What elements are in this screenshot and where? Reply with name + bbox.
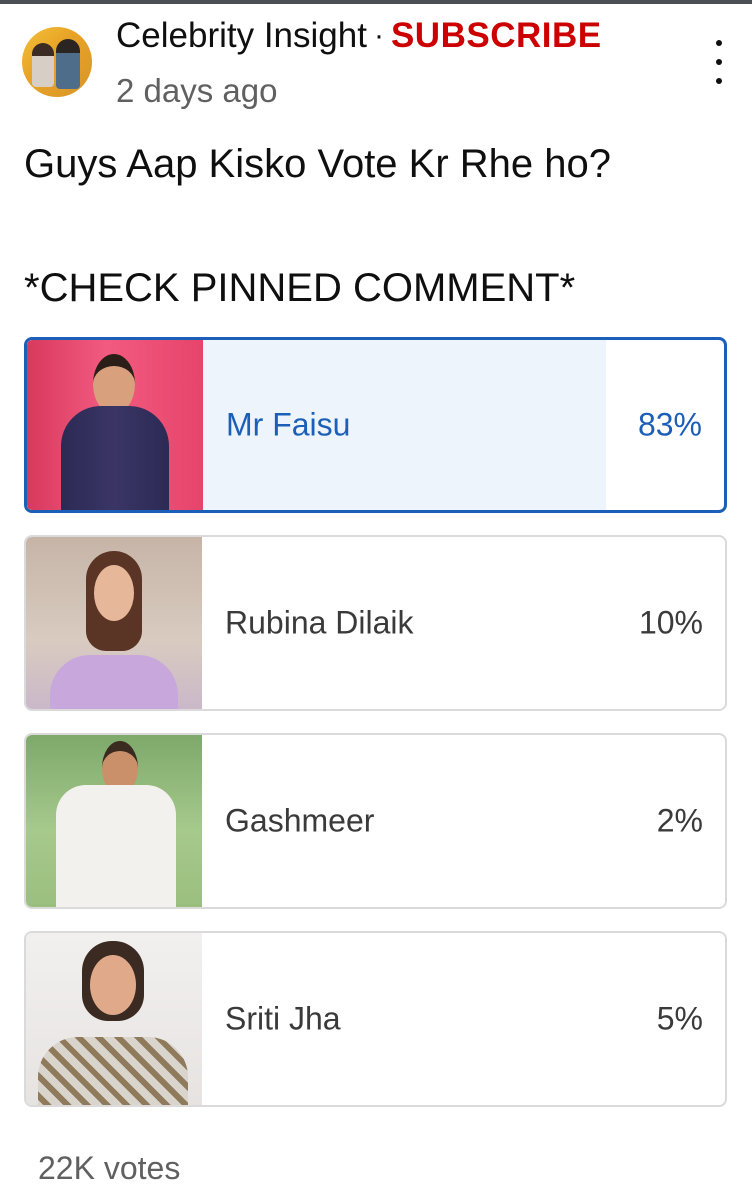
- poll-option-label: Mr Faisu: [226, 406, 351, 443]
- avatar-figure-right: [56, 39, 80, 89]
- poll-option-percent: 2%: [656, 802, 703, 839]
- channel-name[interactable]: Celebrity Insight: [116, 16, 367, 56]
- avatar-figure-left: [32, 43, 54, 87]
- post-text-line-1: Guys Aap Kisko Vote Kr Rhe ho?: [24, 142, 612, 186]
- poll-option-4[interactable]: Sriti Jha 5%: [24, 931, 727, 1107]
- poll-option-2[interactable]: Rubina Dilaik 10%: [24, 535, 727, 711]
- poll-option-1[interactable]: Mr Faisu 83%: [24, 337, 727, 513]
- top-status-line: [0, 0, 752, 4]
- subscribe-button[interactable]: SUBSCRIBE: [391, 16, 602, 56]
- header-separator: ·: [373, 19, 384, 52]
- poll-option-image: [26, 537, 202, 709]
- poll-option-label: Sriti Jha: [225, 1000, 341, 1037]
- poll-option-image: [27, 340, 203, 510]
- poll-option-label: Gashmeer: [225, 802, 375, 839]
- more-vertical-icon[interactable]: [706, 40, 732, 84]
- poll-option-percent: 5%: [656, 1000, 703, 1037]
- poll-option-label: Rubina Dilaik: [225, 604, 414, 641]
- vote-count: 22K votes: [38, 1150, 181, 1186]
- poll-option-3[interactable]: Gashmeer 2%: [24, 733, 727, 909]
- poll-option-image: [26, 933, 202, 1105]
- poll-option-percent: 83%: [637, 406, 702, 443]
- channel-avatar[interactable]: [22, 27, 92, 97]
- post-timestamp: 2 days ago: [116, 72, 278, 109]
- poll-option-image: [26, 735, 202, 907]
- post-header: Celebrity Insight · SUBSCRIBE: [116, 14, 602, 58]
- post-text-line-2: *CHECK PINNED COMMENT*: [24, 266, 576, 310]
- poll-option-percent: 10%: [638, 604, 703, 641]
